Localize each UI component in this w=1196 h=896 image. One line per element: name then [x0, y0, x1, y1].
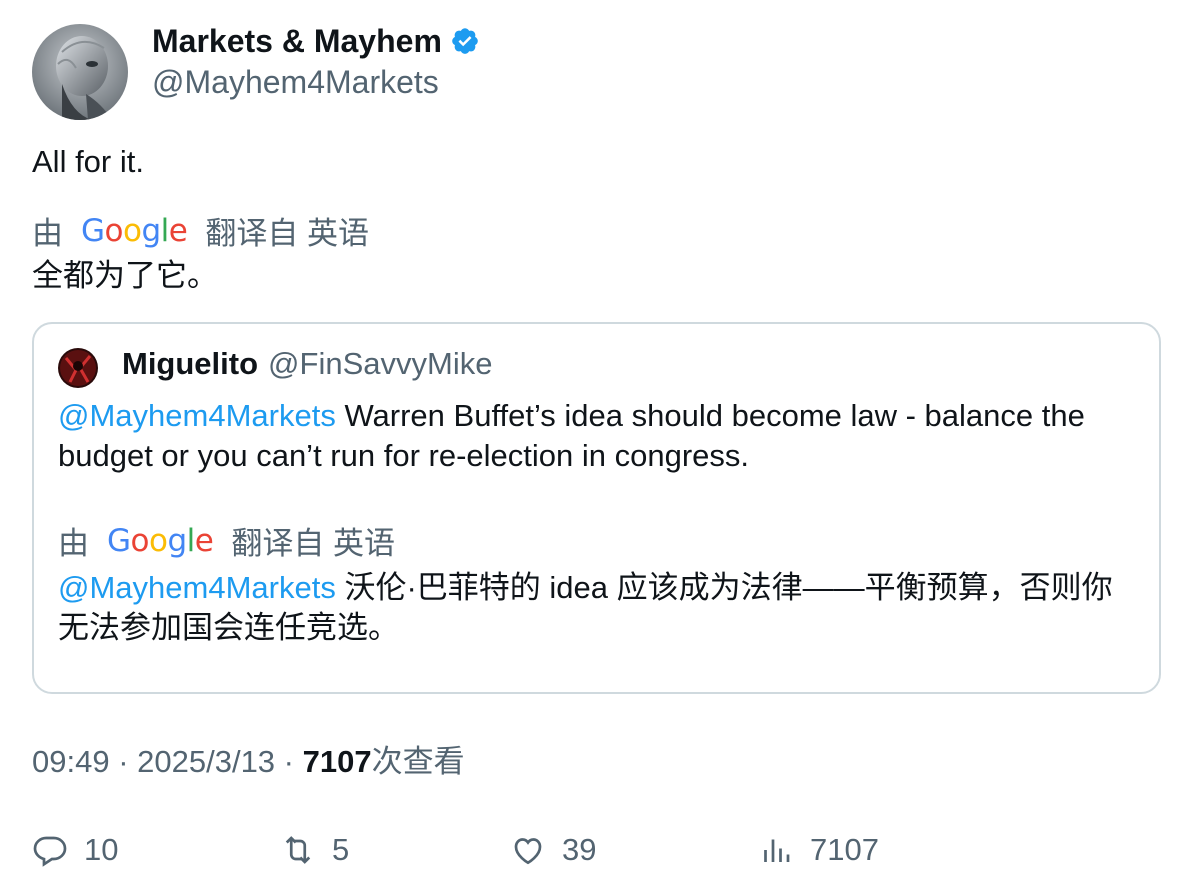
quote-translated-text: @Mayhem4Markets 沃伦·巴菲特的 idea 应该成为法律——平衡预…: [58, 568, 1138, 648]
author-name-text[interactable]: Markets & Mayhem: [152, 22, 442, 60]
google-logo[interactable]: Google: [81, 213, 188, 249]
quote-translation-suffix: 翻译自 英语: [231, 526, 395, 561]
quote-author-handle[interactable]: @FinSavvyMike: [268, 346, 492, 381]
views-button[interactable]: 7107: [758, 830, 879, 870]
quote-translated-mention-link[interactable]: @Mayhem4Markets: [58, 570, 336, 605]
quote-google-logo[interactable]: Google: [107, 523, 214, 559]
quote-tweet-card[interactable]: Miguelito @FinSavvyMike @Mayhem4Markets W…: [32, 322, 1161, 694]
quote-translation-attribution: 由 Google 翻译自 英语: [58, 518, 395, 563]
tweet-text: All for it.: [32, 144, 144, 179]
views-count: 7107: [302, 744, 372, 779]
tweet-date[interactable]: 2025/3/13: [137, 744, 275, 779]
reply-count: 10: [84, 832, 119, 867]
tweet-time[interactable]: 09:49: [32, 744, 110, 779]
reply-icon: [33, 836, 67, 867]
like-button[interactable]: 39: [510, 830, 596, 870]
meta-separator: ·: [109, 744, 138, 779]
views-action-count: 7107: [810, 832, 879, 867]
author-handle[interactable]: @Mayhem4Markets: [152, 63, 439, 101]
quote-author-avatar[interactable]: [58, 348, 98, 388]
views-label: 次查看: [371, 744, 465, 779]
translated-text: 全都为了它。: [32, 258, 218, 293]
author-avatar[interactable]: [32, 24, 128, 120]
repost-button[interactable]: 5: [280, 830, 349, 870]
quote-mention-link[interactable]: @Mayhem4Markets: [58, 398, 336, 433]
analytics-icon: [764, 839, 790, 862]
meta-separator: ·: [275, 744, 303, 779]
repost-count: 5: [332, 832, 350, 867]
repost-icon: [285, 836, 311, 864]
verified-badge-icon: [450, 26, 480, 56]
translation-prefix: 由: [32, 216, 63, 251]
quote-translation-prefix: 由: [58, 526, 89, 561]
like-count: 39: [562, 832, 597, 867]
heart-icon: [514, 838, 542, 865]
author-name[interactable]: Markets & Mayhem: [152, 22, 480, 60]
tweet-meta: 09:49 · 2025/3/13 · 7107次查看: [32, 742, 465, 782]
quote-text: @Mayhem4Markets Warren Buffet’s idea sho…: [58, 396, 1138, 476]
reply-button[interactable]: 10: [32, 830, 118, 870]
quote-author[interactable]: Miguelito @FinSavvyMike: [122, 346, 492, 382]
translation-attribution: 由 Google 翻译自 英语: [32, 208, 369, 253]
translation-suffix: 翻译自 英语: [205, 216, 369, 251]
quote-author-name[interactable]: Miguelito: [122, 346, 258, 381]
